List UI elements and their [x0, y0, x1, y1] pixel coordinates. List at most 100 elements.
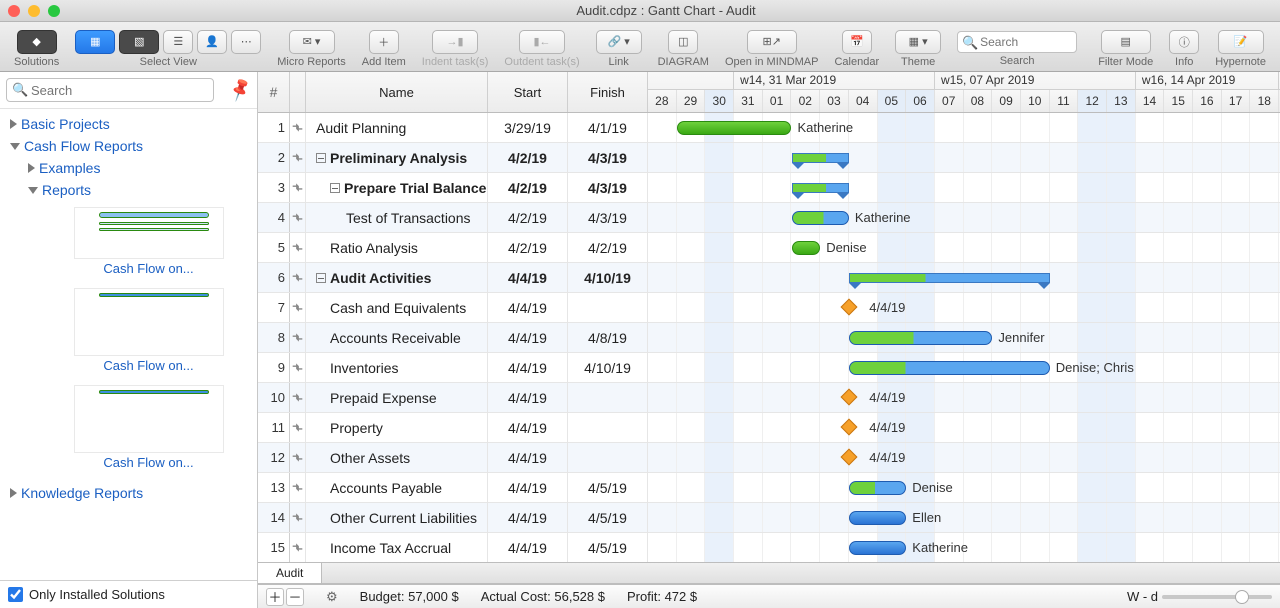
col-start[interactable]: Start: [488, 72, 568, 112]
tree-item-reports[interactable]: Reports: [0, 179, 257, 201]
finish-cell[interactable]: 4/5/19: [568, 533, 648, 562]
task-row[interactable]: 9Inventories4/4/194/10/19Denise; Chris: [258, 353, 1280, 383]
solutions-button[interactable]: ◆: [17, 30, 57, 54]
finish-cell[interactable]: 4/10/19: [568, 353, 648, 382]
timeline-cell[interactable]: [648, 143, 1280, 172]
name-cell[interactable]: Property: [306, 413, 488, 442]
tree-item-basic-projects[interactable]: Basic Projects: [0, 113, 257, 135]
finish-cell[interactable]: [568, 293, 648, 322]
name-cell[interactable]: Inventories: [306, 353, 488, 382]
task-row[interactable]: 15Income Tax Accrual4/4/194/5/19Katherin…: [258, 533, 1280, 562]
timeline-cell[interactable]: Denise: [648, 473, 1280, 502]
finish-cell[interactable]: 4/10/19: [568, 263, 648, 292]
timeline-cell[interactable]: Ellen: [648, 503, 1280, 532]
finish-cell[interactable]: 4/3/19: [568, 203, 648, 232]
timeline-cell[interactable]: 4/4/19: [648, 443, 1280, 472]
start-cell[interactable]: 4/4/19: [488, 533, 568, 562]
finish-cell[interactable]: 4/3/19: [568, 173, 648, 202]
add-item-button[interactable]: ＋: [369, 30, 399, 54]
view-list-button[interactable]: ☰: [163, 30, 193, 54]
start-cell[interactable]: 4/4/19: [488, 323, 568, 352]
timeline-cell[interactable]: 4/4/19: [648, 383, 1280, 412]
timeline-cell[interactable]: [648, 263, 1280, 292]
name-cell[interactable]: Other Current Liabilities: [306, 503, 488, 532]
task-bar[interactable]: [792, 211, 849, 225]
task-row[interactable]: 13Accounts Payable4/4/194/5/19Denise: [258, 473, 1280, 503]
expand-toggle[interactable]: [316, 273, 326, 283]
task-row[interactable]: 11Property4/4/194/4/19: [258, 413, 1280, 443]
finish-cell[interactable]: 4/5/19: [568, 473, 648, 502]
task-bar[interactable]: [849, 511, 906, 525]
task-row[interactable]: 14Other Current Liabilities4/4/194/5/19E…: [258, 503, 1280, 533]
timeline-cell[interactable]: Katherine: [648, 533, 1280, 562]
expand-toggle[interactable]: [316, 153, 326, 163]
view-gantt-button[interactable]: ▦: [75, 30, 115, 54]
finish-cell[interactable]: 4/1/19: [568, 113, 648, 142]
view-resource-button[interactable]: 👤: [197, 30, 227, 54]
name-cell[interactable]: Audit Activities: [306, 263, 488, 292]
start-cell[interactable]: 4/4/19: [488, 443, 568, 472]
task-row[interactable]: 2Preliminary Analysis4/2/194/3/19: [258, 143, 1280, 173]
task-bar[interactable]: [849, 331, 993, 345]
task-bar[interactable]: [792, 241, 821, 255]
start-cell[interactable]: 4/2/19: [488, 233, 568, 262]
only-installed-checkbox[interactable]: [8, 587, 23, 602]
open-mindmap-button[interactable]: ⊞↗: [747, 30, 797, 54]
task-bar[interactable]: [849, 361, 1050, 375]
pin-icon[interactable]: 📌: [227, 76, 255, 103]
start-cell[interactable]: 4/4/19: [488, 473, 568, 502]
start-cell[interactable]: 4/4/19: [488, 503, 568, 532]
name-cell[interactable]: Income Tax Accrual: [306, 533, 488, 562]
name-cell[interactable]: Ratio Analysis: [306, 233, 488, 262]
timeline-cell[interactable]: 4/4/19: [648, 413, 1280, 442]
task-row[interactable]: 8Accounts Receivable4/4/194/8/19Jennifer: [258, 323, 1280, 353]
tree-item-examples[interactable]: Examples: [0, 157, 257, 179]
zoom-slider[interactable]: [1162, 595, 1272, 599]
task-row[interactable]: 3Prepare Trial Balance4/2/194/3/19: [258, 173, 1280, 203]
start-cell[interactable]: 4/2/19: [488, 203, 568, 232]
remove-row-button[interactable]: －: [286, 588, 304, 606]
window-close-button[interactable]: [8, 5, 20, 17]
start-cell[interactable]: 4/2/19: [488, 143, 568, 172]
finish-cell[interactable]: [568, 413, 648, 442]
diagram-button[interactable]: ◫: [668, 30, 698, 54]
timeline-cell[interactable]: Katherine: [648, 203, 1280, 232]
col-name[interactable]: Name: [306, 72, 488, 112]
expand-toggle[interactable]: [330, 183, 340, 193]
task-row[interactable]: 5Ratio Analysis4/2/194/2/19Denise: [258, 233, 1280, 263]
tree-item-cashflow-reports[interactable]: Cash Flow Reports: [0, 135, 257, 157]
summary-bar[interactable]: [849, 273, 1050, 283]
task-row[interactable]: 10Prepaid Expense4/4/194/4/19: [258, 383, 1280, 413]
summary-bar[interactable]: [792, 183, 849, 193]
sidebar-search-input[interactable]: [6, 78, 214, 102]
hypernote-button[interactable]: 📝: [1218, 30, 1264, 54]
template-thumb[interactable]: [74, 288, 224, 356]
window-zoom-button[interactable]: [48, 5, 60, 17]
name-cell[interactable]: Prepaid Expense: [306, 383, 488, 412]
calendar-button[interactable]: 📅: [842, 30, 872, 54]
start-cell[interactable]: 3/29/19: [488, 113, 568, 142]
template-thumb[interactable]: [74, 385, 224, 453]
name-cell[interactable]: Audit Planning: [306, 113, 488, 142]
zoom-control[interactable]: W - d: [1127, 589, 1272, 604]
start-cell[interactable]: 4/4/19: [488, 293, 568, 322]
start-cell[interactable]: 4/4/19: [488, 383, 568, 412]
tree-item-knowledge-reports[interactable]: Knowledge Reports: [0, 482, 257, 504]
col-finish[interactable]: Finish: [568, 72, 648, 112]
start-cell[interactable]: 4/4/19: [488, 413, 568, 442]
outdent-button[interactable]: ▮←: [519, 30, 565, 54]
task-row[interactable]: 7Cash and Equivalents4/4/194/4/19: [258, 293, 1280, 323]
name-cell[interactable]: Other Assets: [306, 443, 488, 472]
window-minimize-button[interactable]: [28, 5, 40, 17]
indent-button[interactable]: →▮: [432, 30, 478, 54]
col-num[interactable]: #: [258, 72, 290, 112]
timeline-cell[interactable]: 4/4/19: [648, 293, 1280, 322]
task-bar[interactable]: [849, 541, 906, 555]
timeline-cell[interactable]: Denise; Chris: [648, 353, 1280, 382]
finish-cell[interactable]: 4/2/19: [568, 233, 648, 262]
finish-cell[interactable]: 4/3/19: [568, 143, 648, 172]
name-cell[interactable]: Accounts Payable: [306, 473, 488, 502]
template-thumb[interactable]: [74, 207, 224, 259]
timeline-cell[interactable]: Jennifer: [648, 323, 1280, 352]
task-bar[interactable]: [677, 121, 792, 135]
